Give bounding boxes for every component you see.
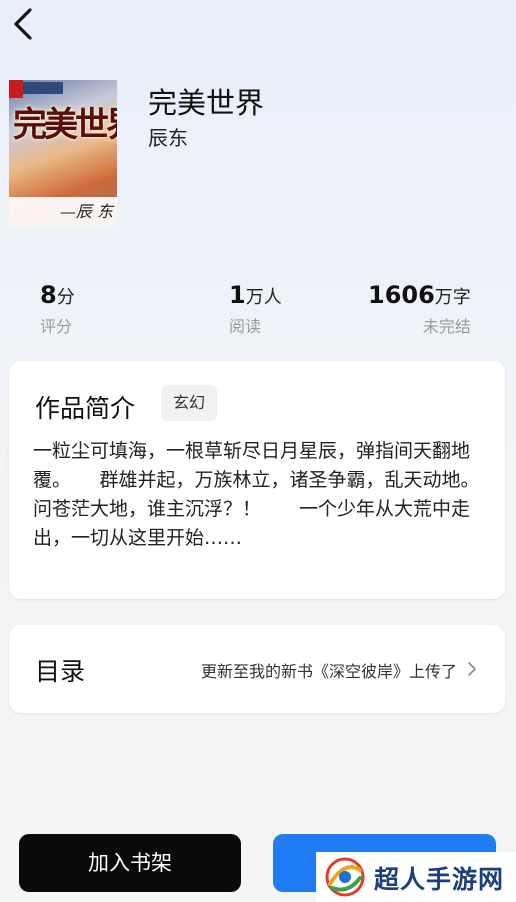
readers-value: 1	[229, 281, 246, 309]
cover-title-art: 完美世界	[13, 105, 117, 145]
words-value: 1606	[368, 281, 435, 309]
toc-card[interactable]: 目录 更新至我的新书《深空彼岸》上传了	[9, 625, 505, 713]
readers-unit: 万人	[245, 287, 282, 308]
rating-unit: 分	[56, 287, 75, 308]
book-title: 完美世界	[148, 86, 265, 120]
stat-rating: 8分 评分	[40, 281, 75, 337]
intro-text: 一粒尘可填海，一根草斩尽日月星辰，弹指间天翻地覆。 群雄并起，万族林立，诸圣争霸…	[33, 440, 480, 549]
genre-tag[interactable]: 玄幻	[161, 385, 218, 421]
intro-heading: 作品简介	[35, 394, 136, 423]
watermark-logo-icon	[325, 857, 365, 897]
rating-label: 评分	[40, 317, 73, 336]
chevron-left-icon	[14, 8, 32, 40]
rating-value: 8	[40, 281, 57, 309]
toc-latest-chapter: 更新至我的新书《深空彼岸》上传了	[200, 662, 457, 681]
watermark-text: 超人手游网	[374, 865, 505, 894]
cover-author-art: —辰 东	[9, 197, 117, 227]
stat-words: 1606万字 未完结	[368, 281, 471, 337]
back-button[interactable]	[8, 6, 38, 42]
add-to-shelf-button[interactable]: 加入书架	[19, 834, 241, 892]
book-author: 辰东	[148, 126, 188, 150]
readers-label: 阅读	[229, 317, 262, 336]
book-cover: 完美世界 —辰 东	[9, 80, 117, 227]
words-label: 未完结	[422, 317, 471, 336]
words-unit: 万字	[434, 287, 471, 308]
toc-heading: 目录	[35, 657, 86, 686]
watermark: 超人手游网	[316, 852, 516, 902]
intro-card: 作品简介 玄幻 一粒尘可填海，一根草斩尽日月星辰，弹指间天翻地覆。 群雄并起，万…	[9, 361, 505, 599]
chevron-right-icon	[468, 662, 476, 676]
stat-readers: 1万人 阅读	[229, 281, 282, 337]
